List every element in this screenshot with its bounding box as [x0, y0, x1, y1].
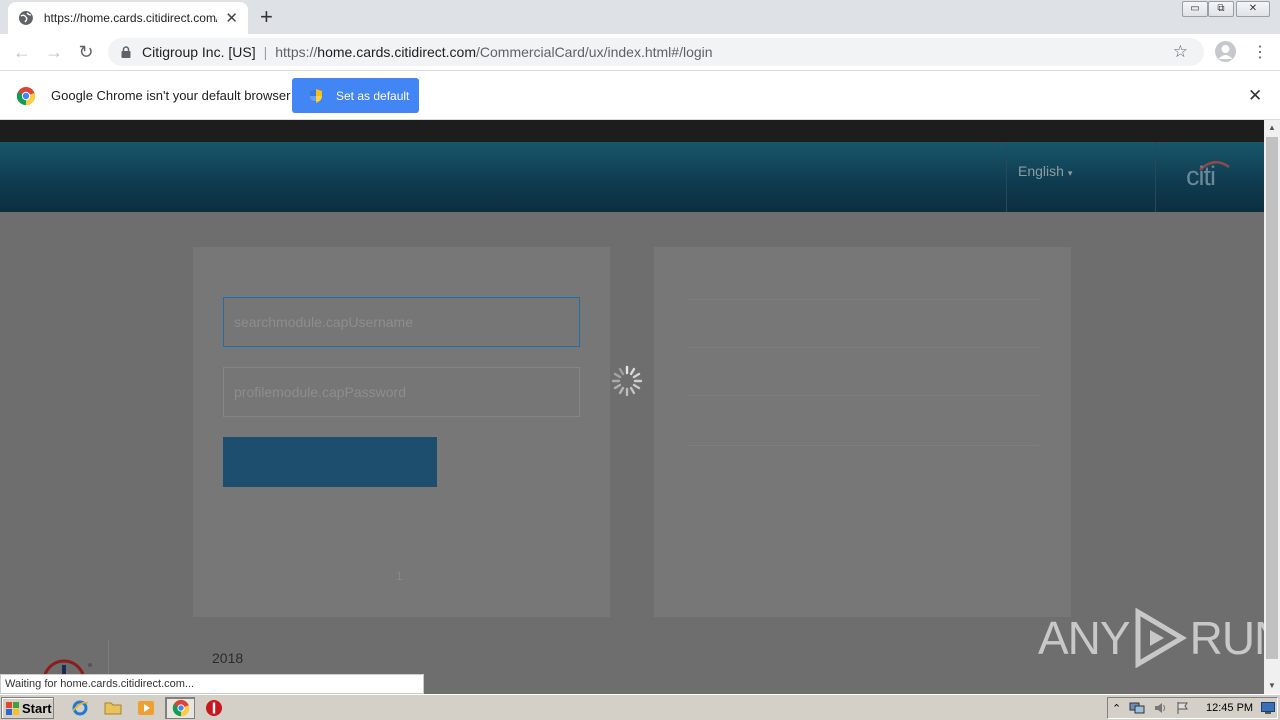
omnibox-separator: | — [263, 44, 268, 60]
set-as-default-label: Set as default — [336, 88, 410, 103]
restore-button[interactable]: ⧉ — [1208, 1, 1234, 17]
network-icon[interactable] — [1129, 701, 1145, 715]
copyright-year: 2018 — [212, 650, 244, 666]
certificate-org[interactable]: Citigroup Inc. [US] — [142, 44, 256, 60]
language-selector[interactable]: English ▾ — [1006, 142, 1156, 212]
scroll-down-arrow-icon[interactable]: ▼ — [1264, 678, 1280, 694]
anyrun-watermark: ANY RUN — [1038, 608, 1264, 668]
uac-shield-icon — [310, 88, 322, 103]
chrome-logo-icon — [16, 87, 36, 106]
citi-logo: citi — [1186, 161, 1216, 191]
chrome-taskbar-icon — [172, 699, 190, 717]
taskbar-chrome-button[interactable] — [165, 697, 195, 719]
window-close-button[interactable]: ✕ — [1236, 1, 1270, 17]
show-desktop-icon[interactable] — [1261, 702, 1275, 714]
action-center-flag-icon[interactable] — [1175, 701, 1189, 715]
tab-close-icon[interactable]: ✕ — [225, 9, 238, 27]
watermark-left-text: ANY — [1038, 612, 1131, 664]
url-scheme: https:// — [275, 44, 318, 60]
media-player-icon[interactable] — [137, 699, 155, 717]
infobar-message: Google Chrome isn't your default browser — [51, 88, 291, 103]
login-panel: searchmodule.capUsername profilemodule.c… — [193, 247, 610, 617]
taskbar-clock[interactable]: 12:45 PM — [1206, 702, 1253, 714]
info-panel — [654, 247, 1071, 617]
site-top-bar — [0, 120, 1264, 142]
profile-avatar[interactable] — [1215, 41, 1236, 62]
folder-icon[interactable] — [104, 699, 122, 717]
globe-icon — [18, 11, 33, 25]
back-button[interactable]: ← — [12, 42, 32, 62]
panel-footnote: 1 — [396, 569, 403, 583]
volume-icon[interactable] — [1153, 701, 1167, 715]
address-bar[interactable]: Citigroup Inc. [US] | https:// home.card… — [108, 38, 1204, 66]
internet-explorer-icon[interactable] — [71, 699, 89, 717]
play-icon — [1135, 608, 1187, 668]
scroll-up-arrow-icon[interactable]: ▲ — [1264, 120, 1280, 136]
language-label: English — [1018, 163, 1064, 179]
person-icon — [1218, 45, 1233, 59]
login-button[interactable] — [223, 437, 437, 487]
watermark-right-text: RUN — [1189, 612, 1264, 664]
divider — [687, 347, 1039, 348]
default-browser-infobar: Google Chrome isn't your default browser… — [0, 71, 1280, 120]
browser-tab[interactable]: https://home.cards.citidirect.com/Co ✕ — [8, 2, 248, 34]
start-button[interactable]: Start — [1, 697, 54, 719]
loading-spinner-icon — [611, 365, 643, 397]
tab-strip: https://home.cards.citidirect.com/Co ✕ +… — [0, 0, 1280, 34]
set-as-default-button[interactable]: Set as default — [292, 78, 419, 113]
minimize-button[interactable]: ▭ — [1182, 1, 1208, 17]
password-input[interactable]: profilemodule.capPassword — [223, 367, 580, 417]
start-label: Start — [22, 700, 52, 716]
vertical-scrollbar[interactable]: ▲ ▼ — [1264, 120, 1280, 694]
forward-button[interactable]: → — [44, 42, 64, 62]
url-host: home.cards.citidirect.com — [317, 44, 476, 60]
divider — [687, 299, 1039, 300]
caret-down-icon: ▾ — [1067, 168, 1073, 178]
new-tab-button[interactable]: + — [260, 6, 273, 28]
url-path: /CommercialCard/ux/index.html#/login — [476, 44, 713, 60]
reload-button[interactable]: ↻ — [76, 42, 96, 62]
status-bar: Waiting for home.cards.citidirect.com... — [0, 674, 424, 694]
tab-title: https://home.cards.citidirect.com/Co — [43, 11, 218, 25]
windows-flag-icon — [6, 701, 19, 715]
tray-expand-icon[interactable]: ⌃ — [1112, 702, 1121, 715]
bookmark-star-icon[interactable]: ☆ — [1173, 42, 1188, 62]
username-input[interactable]: searchmodule.capUsername — [223, 297, 580, 347]
infobar-close-icon[interactable]: ✕ — [1248, 86, 1262, 106]
page-content: English ▾ citi searchmodule.capUsername … — [0, 120, 1264, 694]
divider — [687, 445, 1039, 446]
stop-sign-icon[interactable] — [205, 699, 223, 717]
chrome-menu-icon[interactable]: ⋮ — [1252, 42, 1268, 62]
lock-icon — [121, 46, 131, 58]
scroll-thumb[interactable] — [1266, 137, 1278, 659]
windows-taskbar: Start ⌃ 12:45 PM — [0, 694, 1280, 720]
browser-toolbar: ← → ↻ Citigroup Inc. [US] | https:// hom… — [0, 34, 1280, 71]
divider — [687, 395, 1039, 396]
